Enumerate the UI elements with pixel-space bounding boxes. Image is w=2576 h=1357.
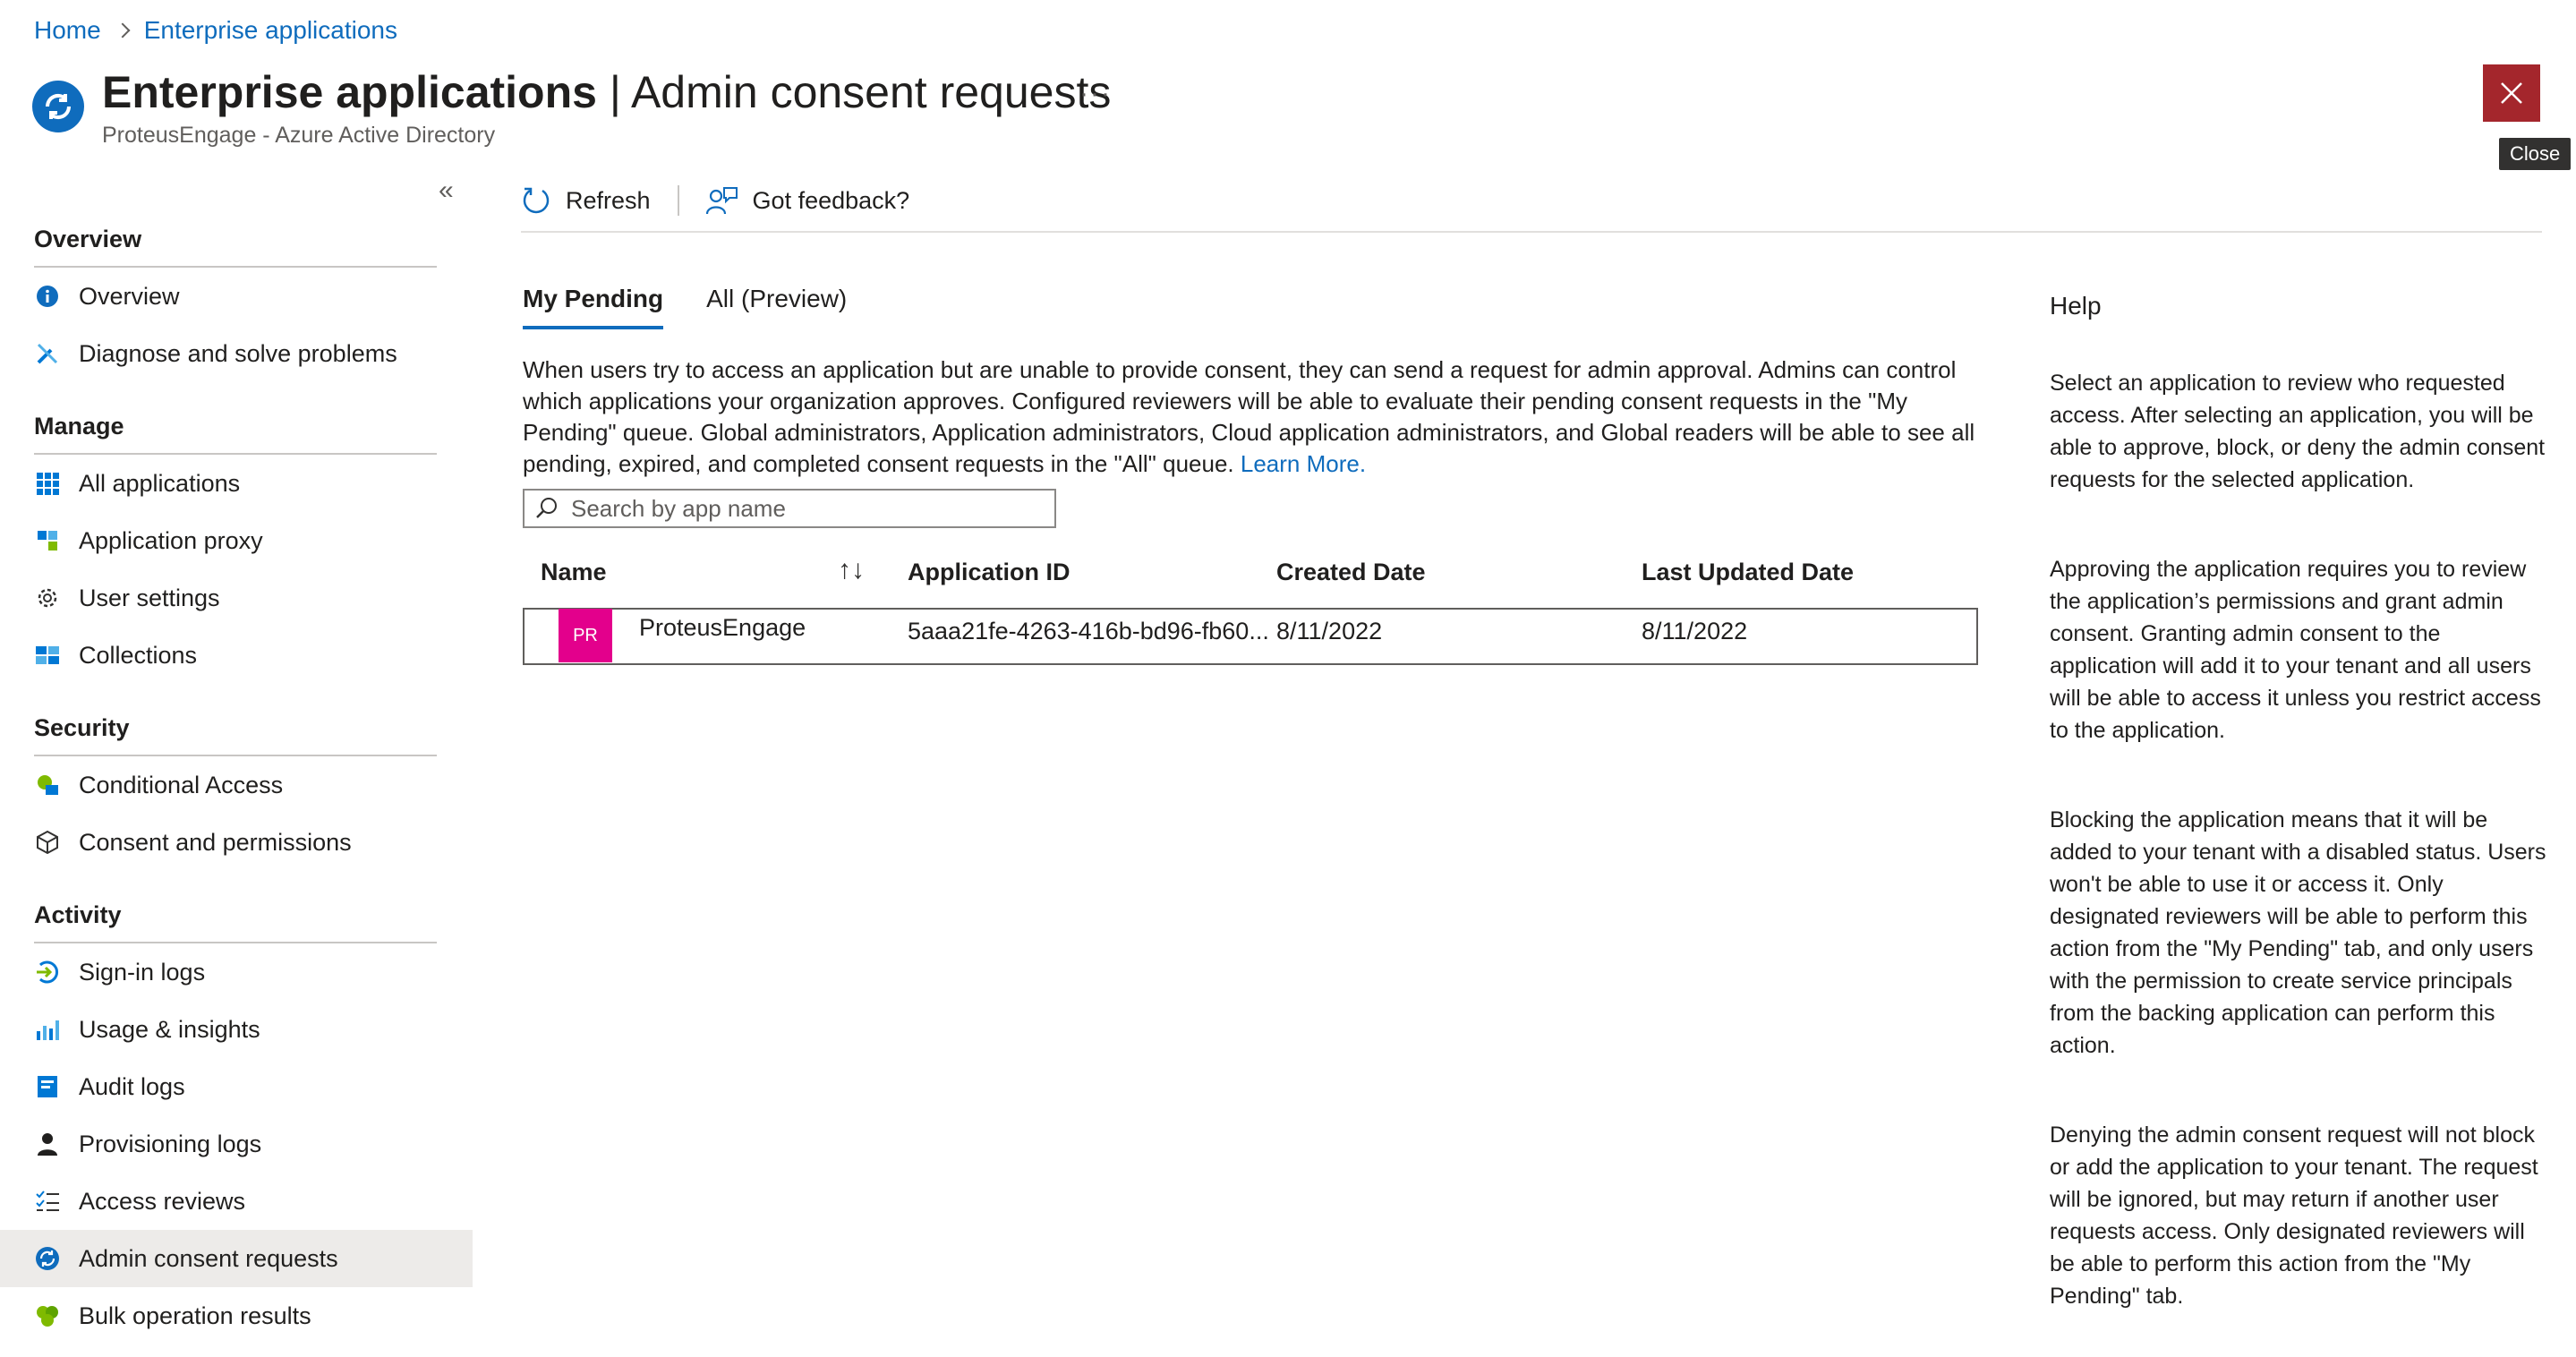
sidebar-item-usage-insights[interactable]: Usage & insights	[0, 1001, 473, 1058]
search-box[interactable]	[523, 489, 1056, 528]
tab-my-pending[interactable]: My Pending	[523, 285, 664, 329]
more-options-icon[interactable]: ···	[1079, 79, 1112, 109]
refresh-button[interactable]: Refresh	[521, 185, 651, 216]
checklist-icon	[34, 1188, 61, 1215]
column-header-application-id[interactable]: Application ID	[908, 559, 1070, 586]
sidebar-item-sign-in-logs[interactable]: Sign-in logs	[0, 943, 473, 1001]
sidebar-item-admin-consent-requests[interactable]: Admin consent requests	[0, 1230, 473, 1287]
feedback-icon	[705, 185, 738, 216]
collections-icon	[34, 642, 61, 669]
help-heading: Help	[2050, 292, 2102, 320]
sort-icon[interactable]: ↑↓	[838, 555, 865, 585]
sidebar-item-audit-logs[interactable]: Audit logs	[0, 1058, 473, 1115]
admin-consent-icon	[32, 81, 84, 132]
command-bar: Refresh Got feedback?	[521, 170, 2542, 233]
sidebar-item-collections[interactable]: Collections	[0, 627, 473, 684]
breadcrumb-home[interactable]: Home	[34, 16, 101, 45]
conditional-access-icon	[34, 772, 61, 798]
sidebar-item-consent-permissions[interactable]: Consent and permissions	[0, 814, 473, 871]
proxy-icon	[34, 527, 61, 554]
updated-date-cell: 8/11/2022	[1642, 618, 1748, 644]
feedback-button[interactable]: Got feedback?	[705, 185, 909, 216]
description-text: When users try to access an application …	[523, 356, 1975, 477]
page-subtitle: ProteusEngage - Azure Active Directory	[102, 123, 496, 148]
tab-list: My Pending All (Preview)	[523, 285, 890, 329]
close-button[interactable]	[2483, 64, 2540, 122]
sidebar-item-all-applications[interactable]: All applications	[0, 455, 473, 512]
sidebar-item-application-proxy[interactable]: Application proxy	[0, 512, 473, 569]
sidebar-heading-overview: Overview	[34, 215, 437, 268]
learn-more-link[interactable]: Learn More.	[1241, 450, 1366, 477]
sidebar-item-access-reviews[interactable]: Access reviews	[0, 1173, 473, 1230]
help-paragraph-approve: Approving the application requires you t…	[2050, 557, 2541, 743]
help-paragraph-select: Select an application to review who requ…	[2050, 371, 2546, 492]
help-paragraph-block: Blocking the application means that it w…	[2050, 807, 2546, 1058]
grid-icon	[34, 470, 61, 497]
search-icon	[536, 498, 557, 518]
sidebar-heading-manage: Manage	[34, 402, 437, 455]
admin-consent-icon	[34, 1245, 61, 1272]
close-icon	[2501, 82, 2522, 104]
close-tooltip: Close	[2499, 138, 2572, 170]
breadcrumb: Home Enterprise applications	[34, 16, 397, 45]
sidebar-item-conditional-access[interactable]: Conditional Access	[0, 756, 473, 814]
app-name-link[interactable]: ProteusEngage	[639, 614, 806, 642]
tab-all-preview[interactable]: All (Preview)	[706, 285, 847, 329]
created-date-cell: 8/11/2022	[1276, 618, 1383, 644]
user-icon	[34, 1131, 61, 1157]
sidebar-item-bulk-operation-results[interactable]: Bulk operation results	[0, 1287, 473, 1344]
sidebar: Overview Overview Diagnose and solve pro…	[0, 215, 473, 1344]
column-header-last-updated-date[interactable]: Last Updated Date	[1642, 559, 1854, 586]
sidebar-heading-activity: Activity	[34, 891, 437, 943]
wrench-icon	[34, 340, 61, 367]
sidebar-item-user-settings[interactable]: User settings	[0, 569, 473, 627]
app-id-cell: 5aaa21fe-4263-416b-bd96-fb60...	[908, 618, 1269, 644]
chevron-right-icon	[115, 22, 131, 38]
gear-icon	[34, 585, 61, 611]
refresh-icon	[521, 185, 551, 216]
bar-chart-icon	[34, 1016, 61, 1043]
column-header-name[interactable]: Name	[541, 559, 607, 586]
app-avatar: PR	[559, 609, 612, 662]
sidebar-item-overview[interactable]: Overview	[0, 268, 473, 325]
search-input[interactable]	[569, 493, 1038, 524]
toolbar-divider	[677, 185, 679, 216]
bulk-operation-icon	[34, 1302, 61, 1329]
column-header-created-date[interactable]: Created Date	[1276, 559, 1426, 586]
help-paragraph-deny: Denying the admin consent request will n…	[2050, 1122, 2538, 1309]
breadcrumb-enterprise-applications[interactable]: Enterprise applications	[144, 16, 397, 45]
audit-log-icon	[34, 1073, 61, 1100]
sidebar-heading-security: Security	[34, 704, 437, 756]
page-title: Enterprise applications | Admin consent …	[102, 67, 1112, 117]
sidebar-item-provisioning-logs[interactable]: Provisioning logs	[0, 1115, 473, 1173]
info-icon	[34, 283, 61, 310]
collapse-sidebar-icon[interactable]: «	[439, 175, 454, 206]
sign-in-icon	[34, 959, 61, 986]
sidebar-item-diagnose[interactable]: Diagnose and solve problems	[0, 325, 473, 382]
cube-icon	[34, 829, 61, 856]
